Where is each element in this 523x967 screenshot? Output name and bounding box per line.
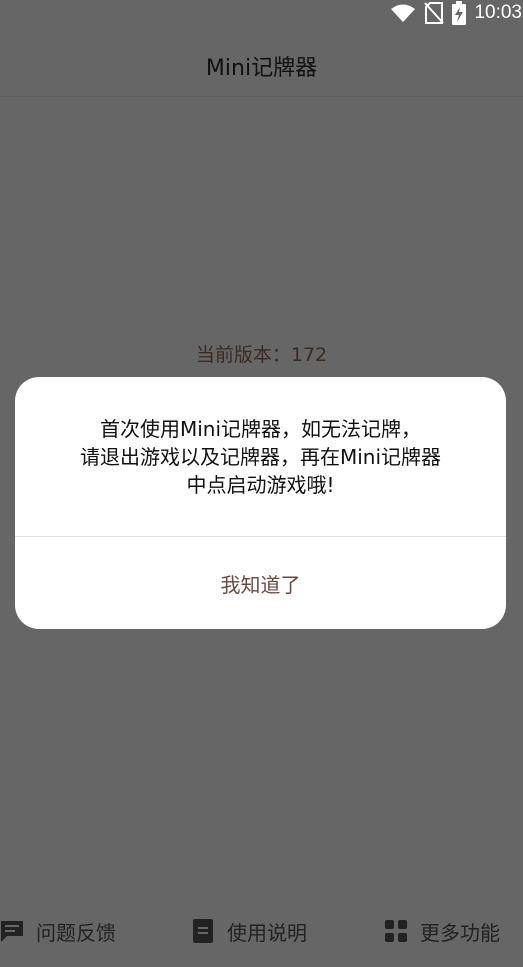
- first-use-dialog: 首次使用Mini记牌器，如无法记牌， 请退出游戏以及记牌器，再在Mini记牌器 …: [15, 377, 506, 629]
- nav-item-instructions[interactable]: 使用说明: [191, 905, 307, 957]
- bottom-nav: 问题反馈 使用说明 更多功能: [0, 905, 523, 957]
- page-title: Mini记牌器: [205, 56, 318, 81]
- nav-item-label: 更多功能: [420, 920, 500, 945]
- nav-item-feedback[interactable]: 问题反馈: [0, 905, 116, 957]
- wifi-icon: [391, 4, 416, 22]
- nav-item-label: 使用说明: [227, 920, 307, 945]
- dialog-message: 首次使用Mini记牌器，如无法记牌， 请退出游戏以及记牌器，再在Mini记牌器 …: [35, 415, 486, 499]
- document-icon: [193, 919, 213, 943]
- dialog-message-line: 中点启动游戏哦!: [186, 473, 335, 497]
- battery-charging-icon: [452, 1, 467, 25]
- no-sim-icon: [424, 2, 445, 24]
- grid-icon: [385, 920, 407, 942]
- clock-time: 10:03: [474, 2, 522, 23]
- status-icons: 10:03: [390, 0, 523, 26]
- nav-item-label: 问题反馈: [36, 920, 116, 945]
- version-text: 当前版本：172: [195, 344, 328, 366]
- feedback-icon: [1, 921, 23, 942]
- nav-item-more-features[interactable]: 更多功能: [384, 905, 500, 957]
- dialog-message-line: 请退出游戏以及记牌器，再在Mini记牌器: [79, 445, 442, 469]
- ok-button[interactable]: 我知道了: [15, 537, 506, 629]
- dialog-message-line: 首次使用Mini记牌器，如无法记牌，: [99, 417, 422, 441]
- title-bar: Mini记牌器: [0, 26, 523, 97]
- status-bar: 10:03: [0, 0, 523, 26]
